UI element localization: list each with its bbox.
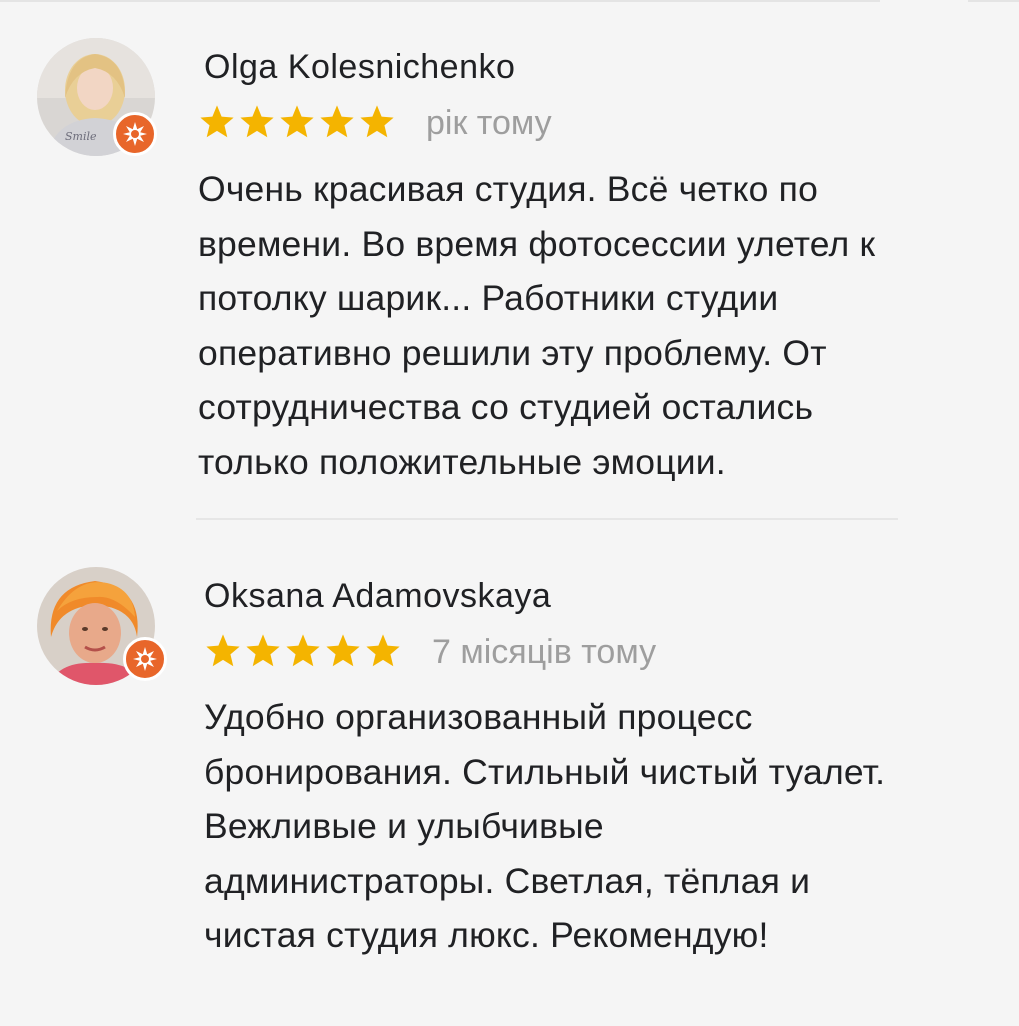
star-icon: [358, 103, 396, 141]
review-text-line: чистая студия люкс. Рекомендую!: [204, 915, 769, 955]
star-icon: [204, 632, 242, 670]
local-guide-badge-icon: [113, 112, 157, 156]
review-time: рік тому: [426, 104, 552, 142]
review-text-line: только положительные эмоции.: [198, 441, 726, 482]
svg-text:Smile: Smile: [65, 130, 97, 143]
review-text: Очень красивая студия. Всё четко по врем…: [198, 162, 875, 489]
star-rating: [204, 632, 402, 672]
review-text-line: бронирования. Стильный чистый туалет.: [204, 751, 886, 792]
review-text-line: администраторы. Светлая, тёплая и: [204, 860, 811, 901]
star-icon: [278, 103, 316, 141]
review-text-line: времени. Во время фотосессии улетел к: [198, 223, 876, 264]
star-icon: [284, 632, 322, 670]
review-text-line: потолку шарик... Работники студии: [198, 278, 779, 318]
star-icon: [324, 632, 362, 670]
star-icon: [198, 103, 236, 141]
review-text: Удобно организованный процесс бронирован…: [204, 690, 885, 963]
star-rating: [198, 103, 396, 143]
author-name[interactable]: Olga Kolesnichenko: [204, 48, 515, 87]
local-guide-badge-icon: [123, 637, 167, 681]
star-icon: [364, 632, 402, 670]
review-text-line: Очень красивая студия. Всё четко по: [198, 169, 819, 209]
star-icon: [238, 103, 276, 141]
star-icon: [318, 103, 356, 141]
avatar[interactable]: [37, 567, 167, 685]
top-divider: [0, 0, 880, 2]
review-text-line: Удобно организованный процесс: [204, 697, 753, 737]
review-text-line: сотрудничества со студией остались: [198, 387, 814, 427]
review-divider: [196, 518, 898, 520]
avatar[interactable]: Smile: [37, 38, 157, 156]
review-text-line: Вежливые и улыбчивые: [204, 806, 604, 846]
review-time: 7 місяців тому: [432, 633, 657, 671]
review-text-line: оперативно решили эту проблему. От: [198, 332, 827, 373]
author-name[interactable]: Oksana Adamovskaya: [204, 577, 551, 616]
top-divider: [968, 0, 1019, 2]
star-icon: [244, 632, 282, 670]
